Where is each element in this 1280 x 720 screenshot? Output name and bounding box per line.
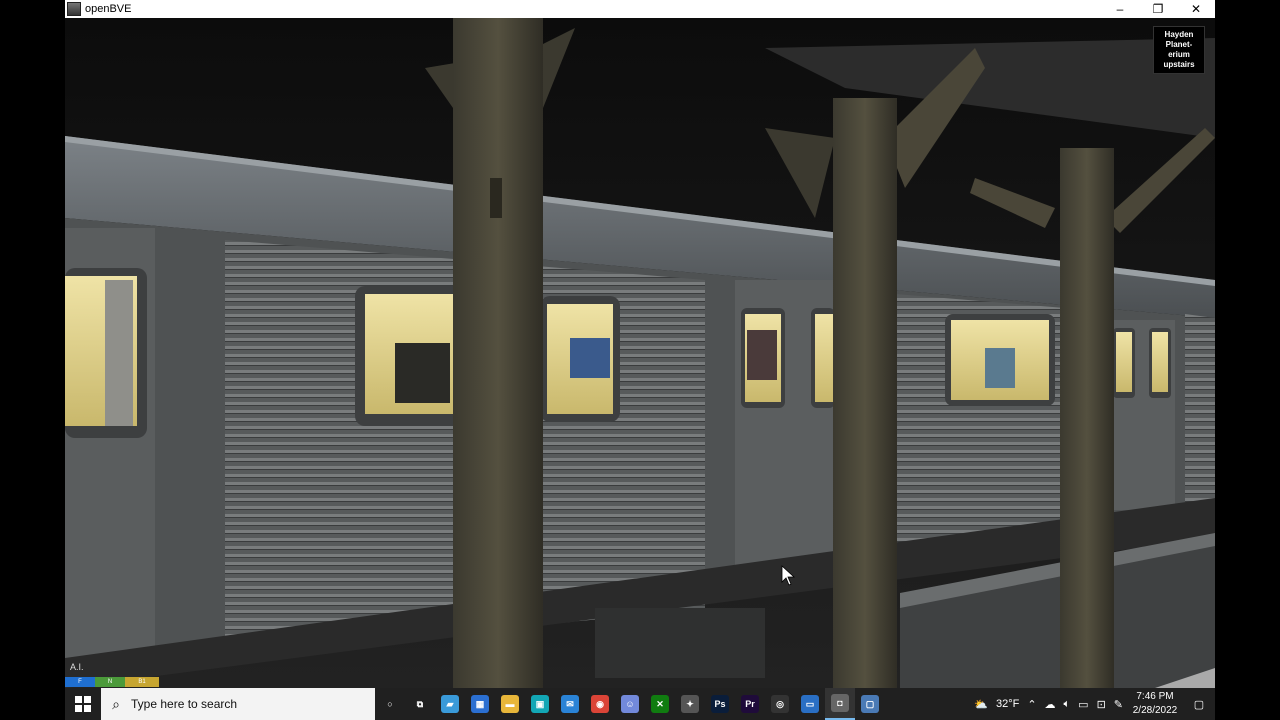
volume-icon[interactable]: 🔈︎ <box>1060 698 1075 711</box>
search-icon: ⌕ <box>112 695 120 712</box>
openbve-window: openBVE – ❐ ✕ Hayden Planet- erium upsta… <box>65 0 1215 688</box>
sign-line: erium <box>1168 50 1190 59</box>
screen-capture-icon: ▭ <box>801 695 819 713</box>
media-app-icon: ▣ <box>531 695 549 713</box>
clock[interactable]: 7:46 PM 2/28/2022 <box>1127 690 1183 718</box>
taskbar-app[interactable]: ▣ <box>525 688 555 720</box>
hud-segment: F <box>65 677 95 687</box>
openbve-icon <box>67 2 81 16</box>
taskbar-app[interactable]: ▰ <box>435 688 465 720</box>
taskbar-app[interactable]: ○ <box>375 688 405 720</box>
premiere-icon: Pr <box>741 695 759 713</box>
destination-sign: Hayden Planet- erium upstairs <box>1153 26 1205 74</box>
sign-line: upstairs <box>1163 60 1195 69</box>
taskbar-app[interactable]: ⧉ <box>405 688 435 720</box>
battery-icon[interactable]: ▭ <box>1074 698 1092 711</box>
search-box[interactable]: ⌕ Type here to search <box>101 688 375 720</box>
openbve-icon: ◘ <box>831 694 849 712</box>
pen-icon[interactable]: ✎ <box>1110 698 1127 711</box>
clock-time: 7:46 PM <box>1136 691 1174 702</box>
taskbar-app[interactable]: ◎ <box>765 688 795 720</box>
taskbar-app[interactable]: ▢ <box>855 688 885 720</box>
cloud-icon[interactable]: ☁ <box>1041 698 1060 711</box>
notebook-app-icon: ▰ <box>441 695 459 713</box>
taskbar-app[interactable]: Ps <box>705 688 735 720</box>
weather-temperature[interactable]: 32°F <box>992 698 1023 710</box>
window-app-icon: ▢ <box>861 695 879 713</box>
taskbar-app[interactable]: ▭ <box>795 688 825 720</box>
subway-station-scene <box>65 18 1215 688</box>
system-tray: ⛅ 32°F ⌃ ☁ 🔈︎ ▭ ⊡ ✎ 7:46 PM 2/28/2022 ▢ <box>970 688 1215 720</box>
store-icon: ▦ <box>471 695 489 713</box>
simulation-viewport[interactable]: Hayden Planet- erium upstairs A.I. F N B… <box>65 18 1215 688</box>
taskbar-apps: ○ ⧉ ▰ ▦ ▬ ▣ ✉ ◉ ☺ ✕ ✦ Ps Pr ◎ ▭ ◘ ▢ <box>375 688 885 720</box>
chevron-up-icon[interactable]: ⌃ <box>1023 698 1040 711</box>
title-bar[interactable]: openBVE – ❐ ✕ <box>65 0 1215 18</box>
hud-segment: B1 <box>125 677 159 687</box>
mail-icon: ✉ <box>561 695 579 713</box>
weather-icon[interactable]: ⛅ <box>970 698 992 711</box>
clock-date: 2/28/2022 <box>1132 705 1178 716</box>
close-button[interactable]: ✕ <box>1177 0 1215 18</box>
file-explorer-icon: ▬ <box>501 695 519 713</box>
photoshop-icon: Ps <box>711 695 729 713</box>
taskbar-app[interactable]: Pr <box>735 688 765 720</box>
discord-icon: ☺ <box>621 695 639 713</box>
sign-line: Planet- <box>1165 40 1193 49</box>
taskbar-app[interactable]: ▦ <box>465 688 495 720</box>
notification-icon[interactable]: ▢ <box>1183 698 1215 711</box>
network-icon[interactable]: ⊡ <box>1093 698 1110 711</box>
taskbar: ⌕ Type here to search ○ ⧉ ▰ ▦ ▬ ▣ ✉ ◉ ☺ ✕ ✦ Ps Pr ◎ ▭ ◘… <box>65 688 1215 720</box>
hud-segment: N <box>95 677 125 687</box>
window-title: openBVE <box>85 3 132 15</box>
chrome-icon: ◉ <box>591 695 609 713</box>
search-placeholder: Type here to search <box>131 697 238 711</box>
taskbar-app[interactable]: ☺ <box>615 688 645 720</box>
maximize-button[interactable]: ❐ <box>1139 0 1177 18</box>
taskbar-app[interactable]: ✉ <box>555 688 585 720</box>
start-button[interactable] <box>65 688 101 720</box>
cortana-icon: ○ <box>381 695 399 713</box>
ai-indicator: A.I. <box>70 662 84 672</box>
sign-line: Hayden <box>1164 30 1194 39</box>
minimize-button[interactable]: – <box>1101 0 1139 18</box>
task-view-icon: ⧉ <box>411 695 429 713</box>
taskbar-app[interactable]: ✦ <box>675 688 705 720</box>
windows-logo-icon <box>75 696 91 712</box>
tools-app-icon: ✦ <box>681 695 699 713</box>
xbox-icon: ✕ <box>651 695 669 713</box>
taskbar-app[interactable]: ◘ <box>825 688 855 720</box>
taskbar-app[interactable]: ◉ <box>585 688 615 720</box>
taskbar-app[interactable]: ✕ <box>645 688 675 720</box>
taskbar-app[interactable]: ▬ <box>495 688 525 720</box>
hud-status-bar: F N B1 <box>65 677 159 687</box>
obs-icon: ◎ <box>771 695 789 713</box>
